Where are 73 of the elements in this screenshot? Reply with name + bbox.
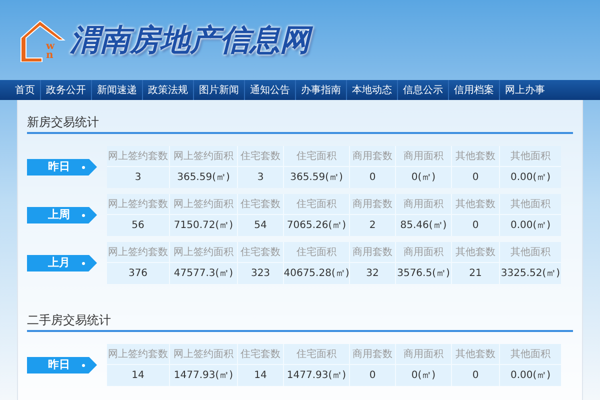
column-header: 网上签约面积 bbox=[170, 344, 237, 365]
column-header: 商用面积 bbox=[396, 194, 451, 215]
column-header: 其他套数 bbox=[452, 194, 499, 215]
table-cell-text: 365.59(㎡) bbox=[176, 171, 231, 185]
table-cell-text: 47577.3(㎡) bbox=[172, 267, 234, 281]
column-header: 住宅套数 bbox=[238, 146, 283, 167]
column-header: 其他面积 bbox=[500, 194, 561, 215]
table-cell-text: 0(㎡) bbox=[410, 369, 437, 383]
column-header: 住宅面积 bbox=[284, 242, 349, 263]
table-cell-text: 0.00(㎡) bbox=[509, 171, 552, 185]
period-tag: 上月 bbox=[27, 254, 97, 272]
table-cell-text: 0 bbox=[471, 219, 480, 233]
column-header: 住宅套数 bbox=[238, 242, 283, 263]
column-header: 住宅面积 bbox=[284, 194, 349, 215]
table-cell-text: 54 bbox=[253, 219, 268, 233]
table-cell-text: 365.59(㎡) bbox=[289, 171, 344, 185]
column-header: 住宅面积 bbox=[284, 344, 349, 365]
column-header: 住宅面积 bbox=[284, 146, 349, 167]
table-cell-text: 56 bbox=[130, 219, 146, 233]
column-header: 其他面积 bbox=[500, 242, 561, 263]
table-cell-text: 3 bbox=[256, 171, 265, 185]
section-title: 二手房交易统计 bbox=[27, 312, 111, 329]
table-cell-text: 21 bbox=[468, 267, 483, 281]
section-title: 新房交易统计 bbox=[27, 114, 99, 131]
column-header: 商用面积 bbox=[396, 146, 451, 167]
column-header: 网上签约套数 bbox=[107, 194, 169, 215]
period-tag: 上周 bbox=[27, 206, 97, 224]
table-cell-text: 3 bbox=[134, 171, 142, 185]
table-cell-text: 7065.26(㎡) bbox=[286, 219, 348, 233]
column-header: 商用套数 bbox=[350, 242, 395, 263]
table-cell-text: 323 bbox=[250, 267, 272, 281]
column-header: 网上签约面积 bbox=[170, 194, 237, 215]
table-cell-text: 85.46(㎡) bbox=[399, 219, 448, 233]
column-header: 网上签约套数 bbox=[107, 242, 169, 263]
table-cell-text: 2 bbox=[368, 219, 377, 233]
table-cell-text: 0 bbox=[368, 171, 377, 185]
table-cell-text: 0 bbox=[368, 369, 377, 383]
table-cell-text: 7150.72(㎡) bbox=[172, 219, 234, 233]
column-header: 网上签约面积 bbox=[170, 242, 237, 263]
table-cell-text: 0(㎡) bbox=[410, 171, 437, 185]
table-cell-text: 1477.93(㎡) bbox=[286, 369, 348, 383]
column-header: 商用套数 bbox=[350, 194, 395, 215]
column-header: 商用面积 bbox=[396, 242, 451, 263]
table-cell-text: 32 bbox=[365, 267, 380, 281]
column-header: 其他面积 bbox=[500, 344, 561, 365]
logo-letters: wn bbox=[46, 42, 56, 60]
table-cell-text: 1477.93(㎡) bbox=[172, 369, 234, 383]
column-header: 其他套数 bbox=[452, 344, 499, 365]
table-cell-text: 40675.28(㎡) bbox=[284, 267, 349, 281]
house-logo-icon bbox=[18, 18, 68, 62]
column-header: 网上签约面积 bbox=[170, 146, 237, 167]
table-cell-text: 0 bbox=[471, 171, 480, 185]
table-cell-text: 0.00(㎡) bbox=[509, 369, 552, 383]
column-header: 住宅套数 bbox=[238, 344, 283, 365]
column-header: 商用套数 bbox=[350, 146, 395, 167]
column-header: 住宅套数 bbox=[238, 194, 283, 215]
table-cell-text: 0 bbox=[471, 369, 480, 383]
table-cell-text: 3576.5(㎡) bbox=[396, 267, 451, 281]
table-cell-text: 3325.52(㎡) bbox=[500, 267, 561, 281]
table-cell-text: 376 bbox=[127, 267, 149, 281]
column-header: 其他套数 bbox=[452, 242, 499, 263]
column-header: 商用套数 bbox=[350, 344, 395, 365]
table-cell-text: 14 bbox=[130, 369, 146, 383]
table-cell-text: 14 bbox=[253, 369, 268, 383]
column-header: 网上签约套数 bbox=[107, 146, 169, 167]
column-header: 网上签约套数 bbox=[107, 344, 169, 365]
nav-link[interactable]: 首页 bbox=[10, 80, 40, 100]
period-tag: 昨日 bbox=[27, 356, 97, 374]
table-cell-text: 0.00(㎡) bbox=[509, 219, 552, 233]
column-header: 其他套数 bbox=[452, 146, 499, 167]
period-tag: 昨日 bbox=[27, 158, 97, 176]
column-header: 商用面积 bbox=[396, 344, 451, 365]
column-header: 其他面积 bbox=[500, 146, 561, 167]
